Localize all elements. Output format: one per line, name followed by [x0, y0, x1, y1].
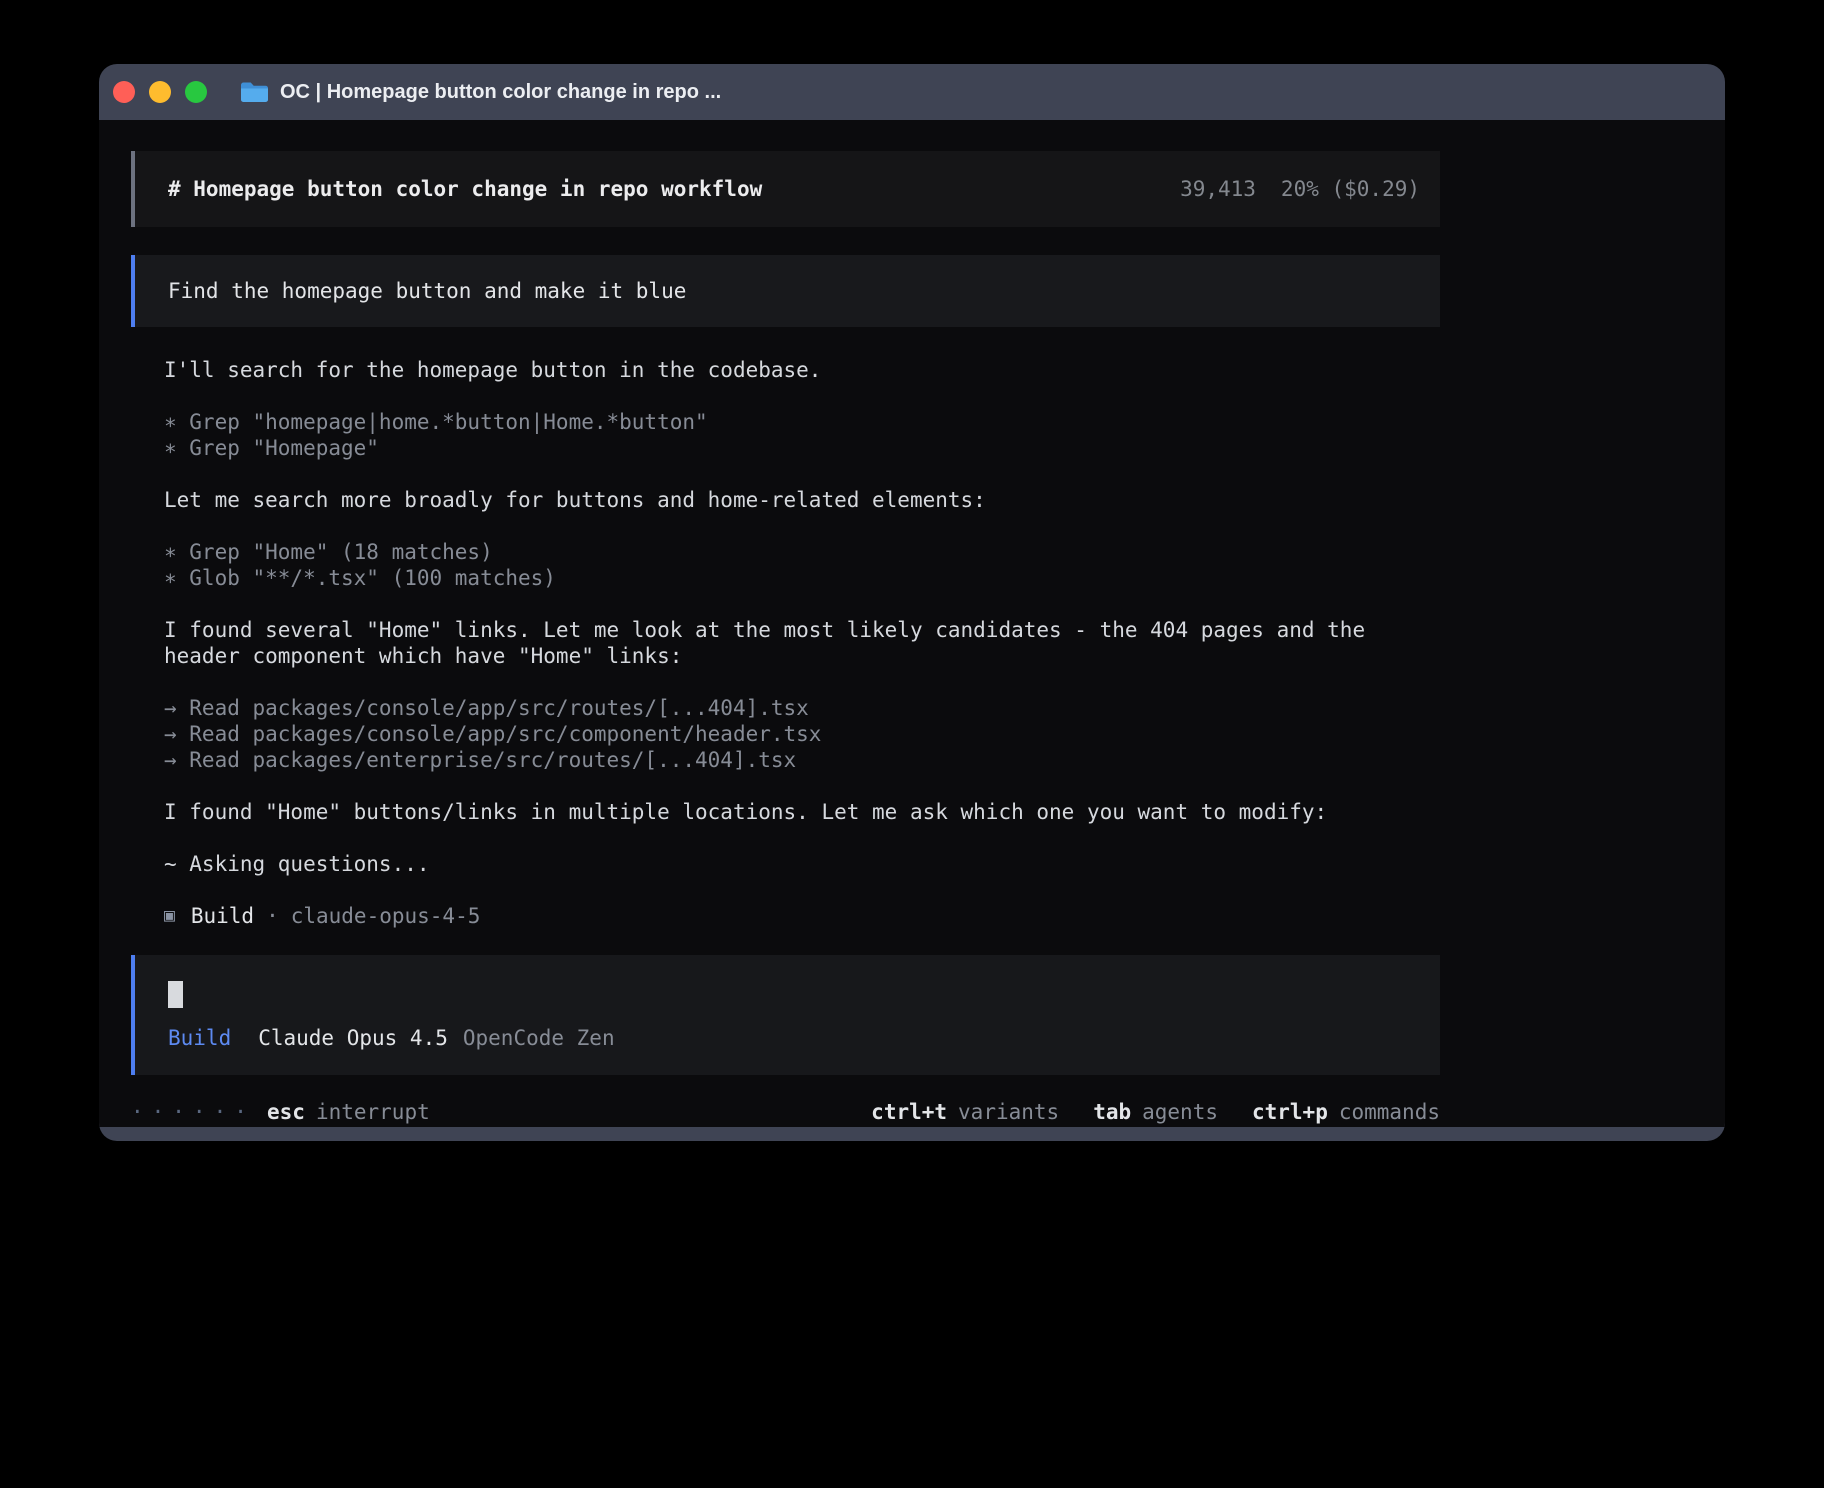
conversation: I'll search for the homepage button in t…: [131, 357, 1440, 929]
session-stats: 39,413 20% ($0.29): [1180, 176, 1420, 202]
tool-call-line: ∗ Grep "homepage|home.*button|Home.*butt…: [164, 409, 1440, 435]
token-count: 39,413: [1180, 176, 1256, 202]
esc-action-label: interrupt: [316, 1099, 430, 1125]
input-meta: Build Claude Opus 4.5 OpenCode Zen: [168, 1025, 1420, 1051]
tool-call-line: ∗ Glob "**/*.tsx" (100 matches): [164, 565, 1440, 591]
assistant-text-line: I found several "Home" links. Let me loo…: [164, 617, 1440, 669]
ctrl-p-key: ctrl+p: [1252, 1099, 1328, 1125]
assistant-text-line: I found "Home" buttons/links in multiple…: [164, 799, 1440, 825]
zoom-button[interactable]: [185, 81, 207, 103]
agent-status-line: ▣ Build · claude-opus-4-5: [164, 903, 1440, 929]
provider-label: OpenCode Zen: [463, 1025, 615, 1051]
agents-label: agents: [1142, 1099, 1218, 1125]
assistant-text-line: I'll search for the homepage button in t…: [164, 357, 1440, 383]
window-title: OC | Homepage button color change in rep…: [280, 81, 721, 104]
agent-icon: ▣: [164, 903, 175, 929]
spinner-dots: ········: [131, 1099, 253, 1125]
minimize-button[interactable]: [149, 81, 171, 103]
agents-hint: tab agents: [1093, 1099, 1218, 1125]
terminal-content: # Homepage button color change in repo w…: [99, 120, 1725, 1127]
traffic-lights: [113, 81, 207, 103]
prompt-input[interactable]: Build Claude Opus 4.5 OpenCode Zen: [131, 955, 1440, 1075]
file-read-line: → Read packages/console/app/src/componen…: [164, 721, 1440, 747]
agent-name: Build: [191, 903, 254, 929]
text-cursor: [168, 981, 183, 1008]
keyboard-hints: ctrl+t variants tab agents ctrl+p comman…: [871, 1099, 1440, 1125]
agent-model: claude-opus-4-5: [291, 903, 481, 929]
variants-label: variants: [958, 1099, 1059, 1125]
file-read-line: → Read packages/enterprise/src/routes/[.…: [164, 747, 1440, 773]
tool-call-line: ∗ Grep "Homepage": [164, 435, 1440, 461]
close-button[interactable]: [113, 81, 135, 103]
status-bar: ········ esc interrupt ctrl+t variants t…: [131, 1099, 1440, 1125]
commands-label: commands: [1339, 1099, 1440, 1125]
terminal-window: OC | Homepage button color change in rep…: [99, 64, 1725, 1141]
variants-hint: ctrl+t variants: [871, 1099, 1059, 1125]
user-message: Find the homepage button and make it blu…: [131, 255, 1440, 327]
assistant-text-line: Let me search more broadly for buttons a…: [164, 487, 1440, 513]
session-header: # Homepage button color change in repo w…: [131, 151, 1440, 227]
interrupt-hint: esc interrupt: [267, 1099, 430, 1125]
agent-mode-label[interactable]: Build: [168, 1025, 231, 1051]
agent-separator: ·: [266, 903, 279, 929]
ctrl-t-key: ctrl+t: [871, 1099, 947, 1125]
tool-call-line: ∗ Grep "Home" (18 matches): [164, 539, 1440, 565]
folder-icon: [240, 81, 268, 103]
context-cost: 20% ($0.29): [1281, 176, 1420, 202]
status-line: ~ Asking questions...: [164, 851, 1440, 877]
esc-key: esc: [267, 1099, 305, 1125]
commands-hint: ctrl+p commands: [1252, 1099, 1440, 1125]
user-message-text: Find the homepage button and make it blu…: [168, 278, 686, 304]
tab-key: tab: [1093, 1099, 1131, 1125]
session-title: # Homepage button color change in repo w…: [168, 176, 762, 202]
file-read-line: → Read packages/console/app/src/routes/[…: [164, 695, 1440, 721]
model-label[interactable]: Claude Opus 4.5: [258, 1025, 448, 1051]
window-titlebar[interactable]: OC | Homepage button color change in rep…: [99, 64, 1725, 120]
